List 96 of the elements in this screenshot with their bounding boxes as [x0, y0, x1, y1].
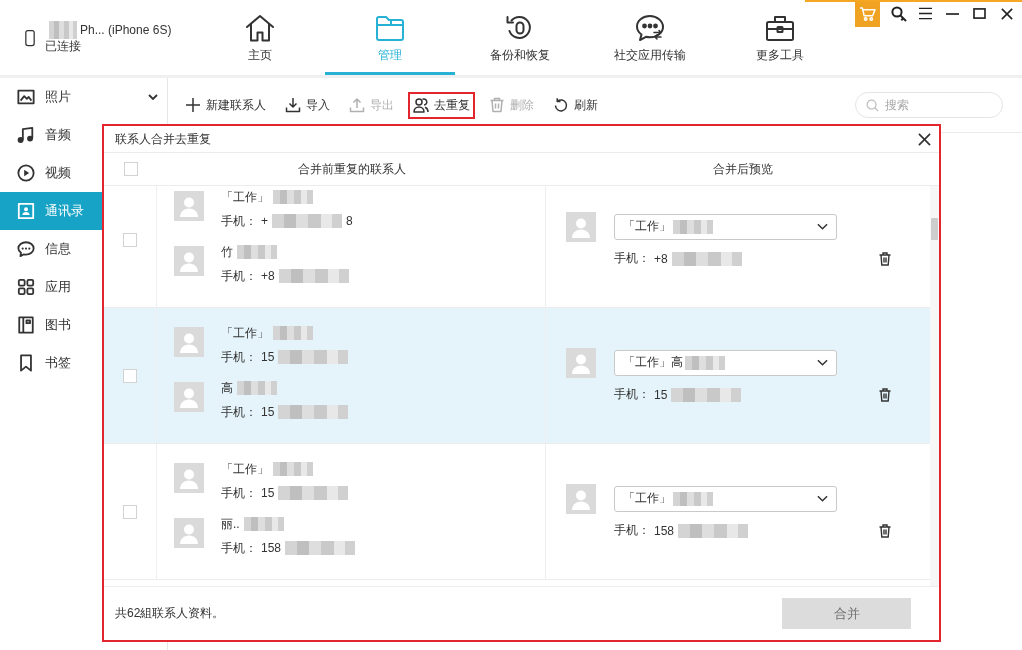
- phone-icon: [25, 28, 35, 47]
- contact-name: 「工作」: [221, 460, 269, 478]
- avatar-icon: [174, 463, 204, 493]
- column-header: 合并后预览: [712, 160, 773, 178]
- duplicate-group-row[interactable]: 「工作」 手机： 15 高 手机： 15 「工作」高 手机： 15: [104, 308, 930, 444]
- nav-tab[interactable]: 备份和恢复: [455, 0, 585, 75]
- grid-icon: [17, 278, 35, 296]
- row-checkbox[interactable]: [123, 368, 137, 383]
- sidebar-item[interactable]: 照片: [0, 78, 167, 116]
- row-checkbox[interactable]: [123, 504, 137, 519]
- nav-tab[interactable]: 社交应用传输: [585, 0, 715, 75]
- duplicate-group-row[interactable]: 「工作」 手机： 15 丽.. 手机： 158 「工作」 手机： 158: [104, 444, 930, 580]
- phone-number: +8: [261, 269, 275, 283]
- phone-number: 15: [261, 405, 275, 419]
- house-icon: [245, 14, 275, 42]
- scrollbar-track[interactable]: [930, 186, 939, 586]
- phone-number: 158: [261, 541, 282, 555]
- close-icon[interactable]: [1000, 7, 1013, 20]
- phone-number: +8: [654, 251, 668, 266]
- trash-icon[interactable]: [879, 523, 891, 538]
- nav-tab[interactable]: 主页: [195, 0, 325, 75]
- phone-label: 手机：: [614, 250, 650, 267]
- chevron-down-icon[interactable]: [148, 94, 158, 100]
- magnifier-icon[interactable]: [890, 5, 907, 22]
- download-icon: [285, 97, 301, 113]
- toolbar-button[interactable]: 新建联系人: [180, 91, 271, 119]
- phone-number: +: [261, 214, 268, 228]
- avatar-icon: [174, 246, 204, 276]
- chevron-down-icon: [817, 359, 828, 366]
- row-checkbox[interactable]: [123, 232, 137, 247]
- phone-label: 手机：: [221, 539, 257, 557]
- contact-card-icon: [17, 202, 35, 220]
- device-name: Ph... (iPhone 6S): [80, 22, 172, 37]
- trash-icon[interactable]: [879, 387, 891, 402]
- avatar-icon: [174, 327, 204, 357]
- phone-label: 手机：: [221, 403, 257, 421]
- select-all-checkbox[interactable]: [123, 162, 138, 176]
- menu-icon[interactable]: [918, 7, 933, 20]
- avatar-icon: [566, 347, 596, 378]
- avatar-icon: [566, 483, 596, 514]
- book-icon: [17, 316, 35, 334]
- column-header: 合并前重复的联系人: [297, 160, 406, 178]
- chevron-down-icon: [817, 223, 828, 230]
- name-dropdown[interactable]: 「工作」: [614, 213, 837, 240]
- toolbox-icon: [765, 14, 795, 42]
- play-circle-icon: [17, 164, 35, 182]
- avatar-icon: [174, 191, 204, 221]
- bookmark-icon: [17, 354, 35, 372]
- contact-name: 高: [221, 379, 233, 397]
- phone-number: 15: [654, 387, 668, 402]
- phone-label: 手机：: [614, 386, 650, 403]
- phone-label: 手机：: [221, 348, 257, 366]
- phone-number-end: 8: [346, 214, 353, 228]
- summary-text: 共62組联系人资料。: [115, 605, 225, 622]
- nav-tab[interactable]: 更多工具: [715, 0, 845, 75]
- chat-bubble-icon: [17, 240, 35, 258]
- contact-name: 竹: [221, 243, 233, 261]
- phone-number: 15: [261, 350, 275, 364]
- dialog-title: 联系人合并去重复: [115, 130, 211, 148]
- contact-name: 丽..: [221, 515, 240, 533]
- avatar-icon: [566, 211, 596, 242]
- phone-label: 手机：: [614, 522, 650, 539]
- phone-label: 手机：: [221, 484, 257, 502]
- minimize-icon[interactable]: [946, 12, 959, 15]
- trash-icon: [489, 97, 505, 113]
- trash-icon[interactable]: [879, 251, 891, 266]
- folder-icon: [375, 14, 405, 42]
- contact-name: 「工作」: [221, 324, 269, 342]
- connection-status: 已连接: [45, 37, 82, 54]
- toolbar-button[interactable]: 刷新: [548, 91, 603, 119]
- name-dropdown[interactable]: 「工作」: [614, 485, 837, 512]
- toolbar-button[interactable]: 导入: [280, 91, 335, 119]
- picture-icon: [17, 88, 35, 106]
- upload-icon: [349, 97, 365, 113]
- name-dropdown[interactable]: 「工作」高: [614, 349, 837, 376]
- people-icon: [413, 97, 429, 113]
- plus-icon: [185, 97, 201, 113]
- chat-bubble-icon: [635, 14, 665, 42]
- avatar-icon: [174, 382, 204, 412]
- phone-label: 手机：: [221, 267, 257, 285]
- music-note-icon: [17, 126, 35, 144]
- phone-number: 15: [261, 486, 275, 500]
- phone-number: 158: [654, 523, 675, 538]
- search-icon: [866, 98, 879, 112]
- toolbar-button[interactable]: 去重复: [408, 91, 475, 119]
- refresh-icon: [553, 97, 569, 113]
- cart-icon: [859, 6, 876, 21]
- avatar-icon: [174, 518, 204, 548]
- close-icon[interactable]: [918, 132, 931, 146]
- search-field[interactable]: 搜索: [855, 92, 1003, 118]
- scrollbar-thumb[interactable]: [931, 218, 938, 240]
- phone-label: 手机：: [221, 212, 257, 230]
- maximize-icon[interactable]: [973, 8, 986, 19]
- chevron-down-icon: [817, 495, 828, 502]
- duplicate-group-row[interactable]: 「工作」 手机： + 8 竹 手机： +8 「工作」 手机： +8: [104, 186, 930, 308]
- contact-name: 「工作」: [221, 188, 269, 206]
